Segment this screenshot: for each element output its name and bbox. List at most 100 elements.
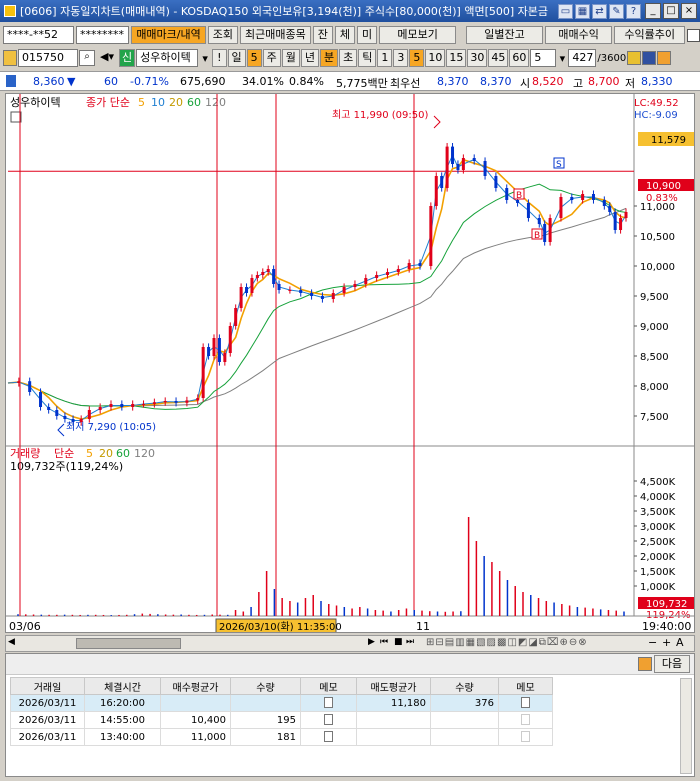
layout-icon[interactable]: ▭ bbox=[558, 3, 573, 19]
row-buy-memo[interactable] bbox=[300, 694, 357, 712]
candle-body bbox=[250, 278, 254, 293]
price-legend-ma20: 20 bbox=[169, 96, 183, 109]
lock-icon[interactable] bbox=[3, 50, 17, 66]
help-icon[interactable]: ? bbox=[626, 3, 641, 19]
best-ask: 8,370 bbox=[437, 75, 469, 88]
settings-icon[interactable] bbox=[627, 51, 642, 65]
maximize-icon[interactable]: □ bbox=[663, 3, 679, 19]
interval-1[interactable]: 1 bbox=[377, 49, 393, 67]
row-date: 2026/03/11 bbox=[10, 728, 85, 746]
memo-icon[interactable] bbox=[521, 697, 530, 709]
scroll-left-icon[interactable]: ◀ bbox=[8, 637, 15, 647]
memo-icon[interactable] bbox=[521, 731, 530, 743]
interval-count-input[interactable]: 5 bbox=[530, 49, 557, 67]
auto-scale-icon[interactable]: A bbox=[676, 636, 684, 649]
row-sell-memo[interactable] bbox=[498, 728, 553, 746]
interval-3[interactable]: 3 bbox=[393, 49, 409, 67]
memo-icon[interactable] bbox=[324, 714, 333, 726]
grid-icon[interactable]: ▦ bbox=[575, 3, 590, 19]
settings-icon[interactable] bbox=[638, 657, 652, 671]
balance-button[interactable]: 잔 bbox=[312, 26, 333, 44]
period-day[interactable]: 일 bbox=[227, 49, 246, 67]
table-row[interactable]: 2026/03/11 16:20:00 11,180 376 bbox=[10, 694, 553, 712]
stop-icon[interactable]: ■ bbox=[394, 637, 403, 647]
interval-45[interactable]: 45 bbox=[488, 49, 509, 67]
forward-icon[interactable]: ⏭ bbox=[406, 637, 414, 647]
row-buy-memo[interactable] bbox=[300, 728, 357, 746]
row-date: 2026/03/11 bbox=[10, 694, 85, 712]
interval-60[interactable]: 60 bbox=[509, 49, 530, 67]
memo-icon[interactable] bbox=[324, 731, 333, 743]
dropdown-icon[interactable]: ▾ bbox=[199, 52, 211, 65]
chart-scrollbar[interactable]: ◀ ▶ ⏮ ■ ⏭ ⊞⊟▤▥▦▧▨▩◫◩◪⧉⌧⊕⊖⊗ − + A bbox=[5, 635, 695, 652]
col-date: 거래일 bbox=[10, 677, 85, 695]
search-icon[interactable]: ⌕ bbox=[79, 50, 95, 66]
row-sell-memo[interactable] bbox=[498, 694, 553, 712]
rewind-icon[interactable]: ⏮ bbox=[380, 637, 388, 647]
interval-10[interactable]: 10 bbox=[425, 49, 446, 67]
speaker-icon[interactable]: ◀▾ bbox=[96, 50, 118, 66]
trade-mark-button[interactable]: 매매마크/내역 bbox=[131, 26, 206, 44]
row-sell-memo[interactable] bbox=[498, 711, 553, 729]
memo-icon[interactable] bbox=[521, 714, 530, 726]
executed-button[interactable]: 체 bbox=[334, 26, 355, 44]
candle-body bbox=[39, 392, 43, 407]
daily-balance-button[interactable]: 일별잔고 bbox=[466, 26, 544, 44]
profit-rate-button[interactable]: 수익률추이 bbox=[614, 26, 686, 44]
period-tick[interactable]: 틱 bbox=[358, 49, 377, 67]
interval-15[interactable]: 15 bbox=[446, 49, 467, 67]
chart-area[interactable]: 성우하이텍 종가 단순 5 10 20 60 120 LC:49.52 HC:-… bbox=[5, 93, 695, 633]
chart-tools-icon[interactable]: ⊞⊟▤▥▦▧▨▩◫◩◪⧉⌧⊕⊖⊗ bbox=[426, 637, 588, 648]
scroll-thumb[interactable] bbox=[76, 638, 181, 649]
change-rate: -0.71% bbox=[130, 75, 169, 88]
low-label: 저 bbox=[625, 77, 636, 90]
period-minute[interactable]: 분 bbox=[320, 49, 339, 67]
save-icon[interactable] bbox=[642, 51, 657, 65]
trade-profit-button[interactable]: 매매수익 bbox=[545, 26, 613, 44]
alert-button[interactable]: ! bbox=[212, 49, 227, 67]
candle-body bbox=[624, 212, 628, 218]
close-icon[interactable]: × bbox=[681, 3, 697, 19]
chevron-down-icon[interactable]: ▾ bbox=[557, 52, 567, 65]
period-month[interactable]: 월 bbox=[281, 49, 300, 67]
stock-name-field[interactable]: 성우하이텍 bbox=[136, 49, 199, 67]
candle-body bbox=[207, 347, 211, 356]
period-year[interactable]: 년 bbox=[300, 49, 320, 67]
row-buy-memo[interactable] bbox=[300, 711, 357, 729]
minimize-icon[interactable]: _ bbox=[645, 3, 661, 19]
price-legend-ma60: 60 bbox=[187, 96, 201, 109]
price-change: 60 bbox=[104, 75, 118, 88]
next-button[interactable]: 다음 bbox=[654, 655, 690, 673]
zoom-in-icon[interactable]: + bbox=[662, 636, 671, 649]
candle-body bbox=[608, 206, 612, 212]
interval-30[interactable]: 30 bbox=[467, 49, 488, 67]
option-checkbox[interactable] bbox=[687, 28, 700, 42]
zoom-out-icon[interactable]: − bbox=[648, 636, 657, 649]
account-select[interactable]: ****-**52 bbox=[3, 26, 75, 44]
password-field[interactable]: ******** bbox=[76, 26, 130, 44]
recent-trades-button[interactable]: 최근매매종목 bbox=[240, 26, 311, 44]
scroll-right-icon[interactable]: ▶ bbox=[368, 637, 375, 647]
gear-icon[interactable] bbox=[657, 51, 672, 65]
volume-legend-ma5: 5 bbox=[86, 447, 93, 460]
price-tick-label: 10,000 bbox=[640, 262, 675, 273]
query-button[interactable]: 조회 bbox=[207, 26, 238, 44]
open-price: 8,520 bbox=[532, 75, 564, 88]
stock-code-input[interactable]: 015750 bbox=[18, 49, 78, 67]
price-legend-ma120: 120 bbox=[205, 96, 226, 109]
candle-body bbox=[120, 404, 124, 407]
period-day-count[interactable]: 5 bbox=[246, 49, 262, 67]
data-count-input[interactable]: 427 bbox=[568, 49, 597, 67]
unfilled-button[interactable]: 미 bbox=[356, 26, 378, 44]
memo-view-button[interactable]: 메모보기 bbox=[379, 26, 457, 44]
table-row[interactable]: 2026/03/11 13:40:00 11,000 181 bbox=[10, 728, 553, 746]
period-week[interactable]: 주 bbox=[262, 49, 281, 67]
vertical-scrollbar[interactable] bbox=[680, 678, 692, 774]
link-icon[interactable]: ⇄ bbox=[592, 3, 607, 19]
edit-icon[interactable]: ✎ bbox=[609, 3, 624, 19]
interval-5[interactable]: 5 bbox=[409, 49, 425, 67]
table-row[interactable]: 2026/03/11 14:55:00 10,400 195 bbox=[10, 711, 553, 729]
period-second[interactable]: 초 bbox=[339, 49, 358, 67]
memo-icon[interactable] bbox=[324, 697, 333, 709]
row-sell-avg bbox=[356, 728, 431, 746]
